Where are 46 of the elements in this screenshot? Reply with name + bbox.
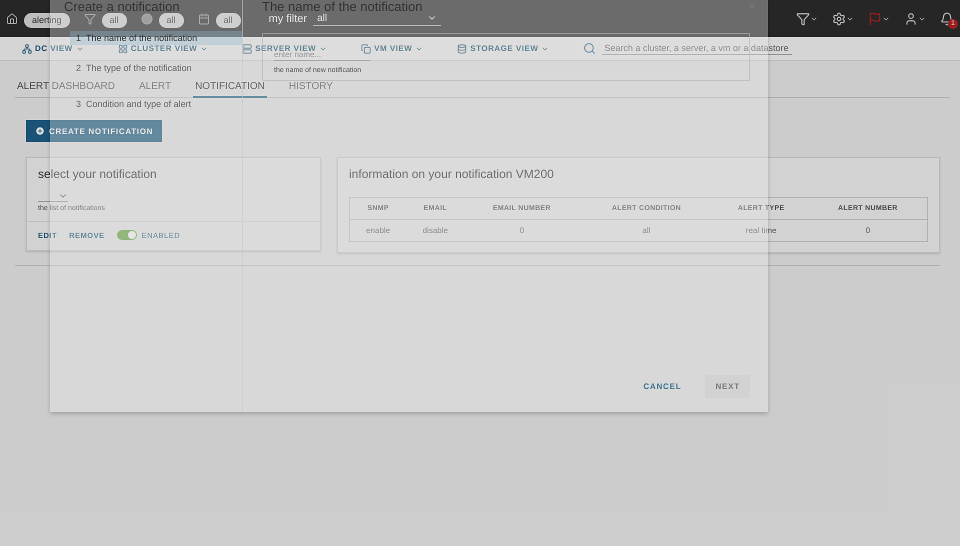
enabled-toggle[interactable] (116, 230, 137, 240)
filter-label: my filter (268, 12, 308, 24)
filter-chip[interactable]: all (102, 13, 127, 28)
step-item[interactable]: 2 The type of the notification (70, 61, 242, 75)
card-title: information on your notification VM200 (348, 166, 555, 183)
filter-chip[interactable]: all (216, 13, 241, 28)
tab[interactable]: NOTIFICATION (193, 79, 267, 98)
nav-menu[interactable]: SERVER VIEW (242, 44, 328, 54)
search-field[interactable]: Search a cluster, a server, a vm or a datastore (602, 42, 792, 55)
dialog-button[interactable]: CANCEL (633, 375, 692, 398)
plus-icon (35, 126, 45, 136)
step-item[interactable]: 1 The name of the notification (70, 31, 242, 45)
table-cell: enable (350, 220, 406, 242)
flag-icon[interactable] (868, 12, 890, 26)
tab[interactable]: ALERT DASHBOARD (15, 79, 117, 98)
table-cell: 0 (808, 220, 928, 242)
table-cell: all (579, 220, 714, 242)
section-title: The name of the notification (262, 0, 424, 13)
filter-chip[interactable]: all (158, 13, 184, 28)
settings-icon[interactable] (832, 12, 854, 26)
nav-menu[interactable]: STORAGE VIEW (457, 44, 550, 54)
tab[interactable]: ALERT (137, 79, 174, 98)
home-icon[interactable] (6, 12, 18, 24)
table-cell: 0 (464, 220, 580, 242)
network-icon (22, 44, 32, 54)
filter-select[interactable]: all (313, 12, 442, 26)
filter-menu-icon[interactable] (796, 12, 818, 26)
nav-menu[interactable]: CLUSTER VIEW (118, 44, 208, 54)
search-icon (583, 42, 596, 55)
modal-title: Create a notification (64, 0, 181, 13)
calendar-icon (198, 12, 210, 24)
grid-icon (118, 44, 128, 54)
user-icon[interactable] (904, 12, 926, 26)
step-item[interactable]: 3 Condition and type of alert (70, 97, 242, 111)
server-icon (242, 44, 252, 54)
nav-menu[interactable]: VM VIEW (361, 44, 424, 54)
database-icon (457, 44, 468, 54)
context-chip[interactable]: alerting (24, 13, 70, 28)
table-cell: real time (714, 220, 809, 242)
tab[interactable]: HISTORY (286, 79, 335, 98)
card-title: select your notification (37, 166, 158, 183)
nav-menu[interactable]: DC VIEW (22, 44, 84, 54)
table-cell: disable (406, 220, 464, 242)
filter-icon (84, 12, 96, 24)
vm-icon (361, 44, 372, 54)
circle-icon (140, 12, 153, 24)
